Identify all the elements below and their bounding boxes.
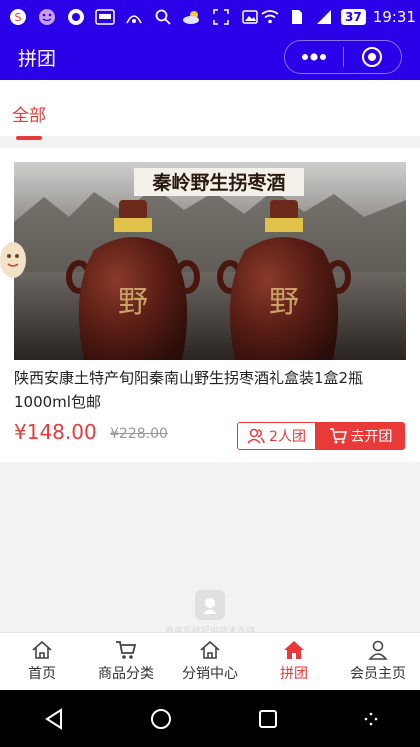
qq-icon: [66, 7, 86, 27]
group-size-button[interactable]: 2人团: [237, 422, 316, 450]
user-icon: [368, 640, 388, 660]
close-target-icon: [362, 47, 383, 67]
home-filled-icon: [284, 641, 304, 659]
bottom-tabbar: 首页 商品分类 分销中心 拼团 会员主页: [0, 632, 420, 690]
emoji-icon: [37, 7, 57, 27]
cart-icon: [116, 641, 137, 659]
image-banner-text: 秦岭野生拐枣酒: [151, 171, 285, 194]
tech-support-watermark: 商务系统提供技术支持: [0, 590, 420, 637]
mini-program-capsule: [284, 40, 402, 74]
group-size-label: 2人团: [269, 429, 306, 445]
app-badge-icon: [95, 7, 115, 27]
tabbar-label: 分销中心: [182, 666, 238, 682]
cart-icon: [329, 428, 347, 444]
home-circle-icon[interactable]: [150, 708, 172, 730]
battery-icon: 37: [341, 9, 366, 25]
product-image[interactable]: 秦岭野生拐枣酒 野 野: [14, 162, 406, 360]
group-price: ¥148.00: [14, 420, 97, 444]
svg-text:S: S: [15, 11, 22, 24]
tabbar-label: 拼团: [280, 666, 308, 682]
floating-mascot-icon[interactable]: [0, 238, 30, 282]
page-title: 拼团: [18, 47, 57, 70]
cellular-icon: [314, 7, 334, 27]
gallery-icon: [240, 7, 260, 27]
watermark-logo-icon: [195, 590, 225, 620]
status-bar: S 37 19:31: [0, 0, 420, 34]
product-name[interactable]: 陕西安康土特产旬阳秦南山野生拐枣酒礼盒装1盒2瓶1000ml包邮: [14, 366, 406, 414]
close-button[interactable]: [344, 41, 402, 73]
tabbar-item-home[interactable]: 首页: [0, 633, 84, 690]
more-icon: [301, 53, 326, 61]
sogou-icon: S: [8, 7, 28, 27]
users-icon: [247, 428, 265, 444]
more-button[interactable]: [285, 41, 343, 73]
home-icon: [200, 640, 220, 659]
tabbar-item-distribution[interactable]: 分销中心: [168, 633, 252, 690]
start-group-label: 去开团: [350, 429, 393, 445]
screenshot-icon: [211, 7, 231, 27]
tab-all[interactable]: 全部: [12, 80, 46, 140]
sim-icon: [287, 7, 307, 27]
svg-text:野: 野: [118, 285, 148, 320]
start-group-button[interactable]: 去开团: [316, 422, 405, 450]
search-icon: [153, 7, 173, 27]
tabbar-item-group-buy[interactable]: 拼团: [252, 633, 336, 690]
tab-all-label: 全部: [12, 106, 46, 126]
tabbar-item-category[interactable]: 商品分类: [84, 633, 168, 690]
tabbar-label: 商品分类: [98, 666, 154, 682]
svg-text:野: 野: [269, 285, 299, 320]
product-card[interactable]: 秦岭野生拐枣酒 野 野 陕西安康土特产旬阳秦南山野生拐枣酒礼盒装1盒2瓶1000…: [0, 148, 420, 462]
tabbar-label: 会员主页: [350, 666, 406, 682]
tabbar-item-member[interactable]: 会员主页: [336, 633, 420, 690]
tabbar-label: 首页: [28, 666, 56, 682]
menu-dots-icon[interactable]: [364, 712, 378, 726]
title-bar: 拼团: [0, 34, 420, 80]
home-icon: [32, 640, 52, 659]
system-nav-bar: [0, 690, 420, 747]
tab-bar: 全部: [0, 80, 420, 140]
tab-active-indicator: [16, 136, 42, 140]
original-price: ¥228.00: [110, 426, 168, 442]
back-icon[interactable]: [43, 707, 65, 730]
signal-icon: [124, 7, 144, 27]
recents-icon[interactable]: [257, 708, 279, 730]
clock: 19:31: [372, 8, 416, 26]
weather-icon: [182, 7, 202, 27]
wifi-icon: [260, 7, 280, 27]
